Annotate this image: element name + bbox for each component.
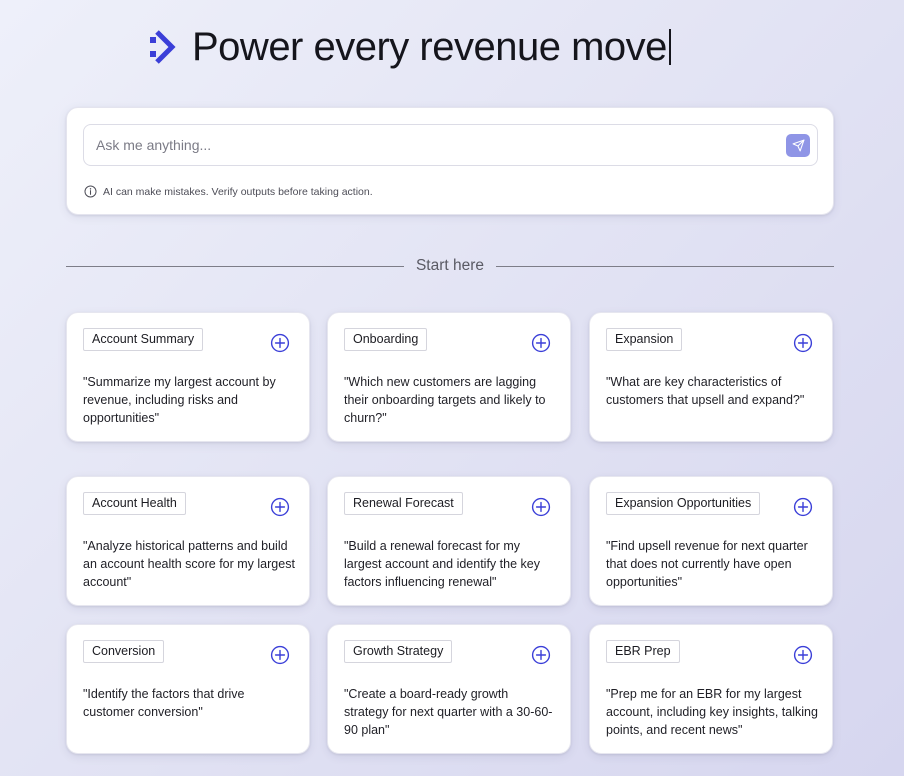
card-tag: Renewal Forecast xyxy=(344,492,463,515)
add-circle-icon[interactable] xyxy=(793,497,813,517)
ai-disclaimer: AI can make mistakes. Verify outputs bef… xyxy=(84,185,373,198)
card-tag: Account Summary xyxy=(83,328,204,351)
ask-panel: AI can make mistakes. Verify outputs bef… xyxy=(66,107,834,215)
add-circle-icon[interactable] xyxy=(270,645,290,665)
add-circle-icon[interactable] xyxy=(793,645,813,665)
prompt-card[interactable]: Account Summary "Summarize my largest acc… xyxy=(66,312,310,442)
divider-line-right xyxy=(496,265,834,267)
card-tag: EBR Prep xyxy=(606,640,680,663)
typing-caret xyxy=(668,29,671,65)
card-prompt: "Find upsell revenue for next quarter th… xyxy=(606,539,808,589)
card-tag: Account Health xyxy=(83,492,186,515)
card-prompt: "Analyze historical patterns and build a… xyxy=(83,539,295,589)
add-circle-icon[interactable] xyxy=(793,333,813,353)
card-prompt: "Identify the factors that drive custome… xyxy=(83,687,245,719)
section-divider: Start here xyxy=(66,256,834,276)
send-icon xyxy=(792,139,804,152)
prompt-card[interactable]: Account Health "Analyze historical patter… xyxy=(66,476,310,606)
brand-logo-icon xyxy=(150,30,176,64)
disclaimer-text: AI can make mistakes. Verify outputs bef… xyxy=(103,185,373,198)
card-tag: Onboarding xyxy=(344,328,428,351)
card-tag: Expansion Opportunities xyxy=(606,492,761,515)
prompt-card[interactable]: Growth Strategy "Create a board-ready gro… xyxy=(327,624,571,754)
prompt-card[interactable]: Expansion "What are key characteristics o… xyxy=(589,312,833,442)
card-prompt: "Create a board-ready growth strategy fo… xyxy=(344,687,553,737)
section-label: Start here xyxy=(415,257,485,274)
prompt-card[interactable]: Renewal Forecast "Build a renewal forecas… xyxy=(327,476,571,606)
info-icon xyxy=(84,185,97,198)
ask-input-container xyxy=(83,124,818,166)
prompt-card[interactable]: Onboarding "Which new customers are laggi… xyxy=(327,312,571,442)
page-title: Power every revenue move xyxy=(192,24,671,70)
prompt-card[interactable]: EBR Prep "Prep me for an EBR for my large… xyxy=(589,624,833,754)
card-tag: Expansion xyxy=(606,328,683,351)
add-circle-icon[interactable] xyxy=(531,497,551,517)
add-circle-icon[interactable] xyxy=(270,497,290,517)
card-prompt: "Summarize my largest account by revenue… xyxy=(83,375,276,425)
card-prompt: "Prep me for an EBR for my largest accou… xyxy=(606,687,818,737)
hero-header: Power every revenue move xyxy=(148,24,671,70)
prompt-card[interactable]: Expansion Opportunities "Find upsell reve… xyxy=(589,476,833,606)
add-circle-icon[interactable] xyxy=(531,645,551,665)
card-tag: Growth Strategy xyxy=(344,640,453,663)
card-tag: Conversion xyxy=(83,640,165,663)
divider-line-left xyxy=(66,265,404,267)
send-button[interactable] xyxy=(786,134,810,157)
prompt-card[interactable]: Conversion "Identify the factors that dri… xyxy=(66,624,310,754)
card-prompt: "What are key characteristics of custome… xyxy=(606,375,805,407)
add-circle-icon[interactable] xyxy=(270,333,290,353)
page-title-text: Power every revenue move xyxy=(192,25,667,69)
card-prompt: "Build a renewal forecast for my largest… xyxy=(344,539,540,589)
card-prompt: "Which new customers are lagging their o… xyxy=(344,375,546,425)
add-circle-icon[interactable] xyxy=(531,333,551,353)
ask-input[interactable] xyxy=(84,125,774,165)
